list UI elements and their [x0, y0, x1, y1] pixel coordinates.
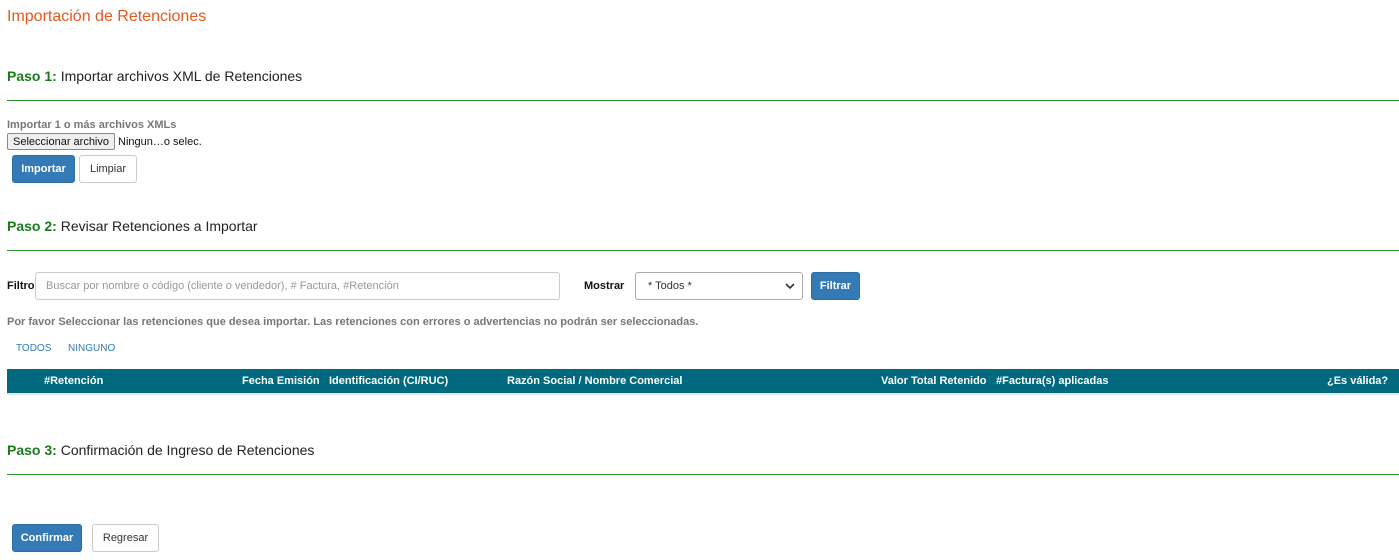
step3-title: Paso 3: Confirmación de Ingreso de Reten… [7, 442, 314, 458]
step3-text: Confirmación de Ingreso de Retenciones [56, 442, 315, 458]
filter-input[interactable] [35, 272, 560, 300]
column-header-issue-date[interactable]: Fecha Emisión [242, 375, 320, 387]
file-input-row: Seleccionar archivo Ningun…o selec. [7, 133, 202, 150]
page: Importación de Retenciones Paso 1: Impor… [0, 0, 1399, 560]
filter-label: Filtro [7, 280, 35, 292]
step1-divider [7, 100, 1399, 101]
column-header-identification[interactable]: Identificación (CI/RUC) [329, 375, 448, 387]
confirm-button[interactable]: Confirmar [12, 524, 82, 552]
step2-text: Revisar Retenciones a Importar [56, 218, 258, 234]
column-header-business-name[interactable]: Razón Social / Nombre Comercial [507, 375, 682, 387]
show-select[interactable]: * Todos * [635, 272, 803, 300]
show-label: Mostrar [584, 280, 625, 292]
step3-divider [7, 474, 1399, 475]
back-button[interactable]: Regresar [92, 524, 159, 552]
select-file-button[interactable]: Seleccionar archivo [7, 133, 115, 150]
step1-text: Importar archivos XML de Retenciones [56, 68, 303, 84]
column-header-retention[interactable]: #Retención [44, 375, 103, 387]
chevron-down-icon [785, 283, 795, 290]
show-select-value: * Todos * [648, 280, 692, 292]
import-button[interactable]: Importar [12, 155, 75, 183]
step2-number: Paso 2: [7, 218, 57, 234]
file-status-text: Ningun…o selec. [118, 135, 202, 148]
step3-number: Paso 3: [7, 442, 57, 458]
step2-divider [7, 250, 1399, 251]
selection-help-text: Por favor Seleccionar las retenciones qu… [7, 316, 699, 328]
clear-button[interactable]: Limpiar [79, 155, 137, 183]
select-none-link[interactable]: NINGUNO [68, 343, 115, 354]
step2-title: Paso 2: Revisar Retenciones a Importar [7, 218, 258, 234]
upload-label: Importar 1 o más archivos XMLs [7, 119, 177, 131]
column-header-invoices[interactable]: #Factura(s) aplicadas [996, 375, 1109, 387]
retentions-table-header: #Retención Fecha Emisión Identificación … [7, 369, 1399, 395]
column-header-total-withheld[interactable]: Valor Total Retenido [881, 375, 987, 387]
step1-number: Paso 1: [7, 68, 57, 84]
column-header-is-valid[interactable]: ¿Es válida? [1327, 375, 1388, 387]
step1-title: Paso 1: Importar archivos XML de Retenci… [7, 68, 302, 84]
select-all-link[interactable]: TODOS [16, 343, 51, 354]
page-title: Importación de Retenciones [7, 8, 207, 25]
filter-button[interactable]: Filtrar [811, 272, 860, 300]
